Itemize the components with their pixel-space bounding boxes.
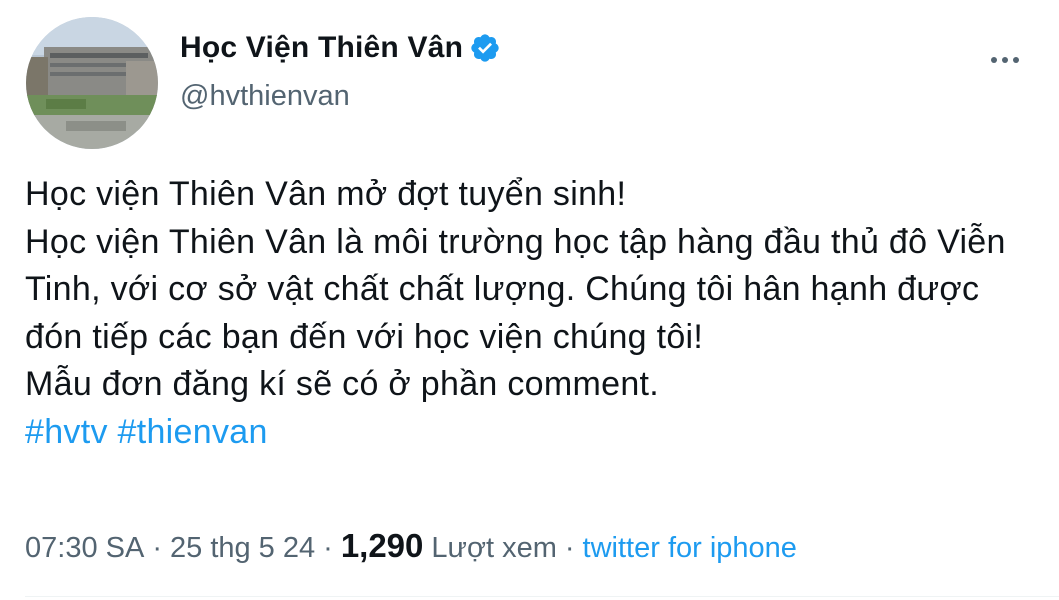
tweet-line: Mẫu đơn đăng kí sẽ có ở phần comment. (25, 365, 660, 403)
author-name-row: Học Viện Thiên Vân (180, 28, 501, 68)
more-options-icon-dot (1013, 57, 1019, 63)
tweet-line: Học viện Thiên Vân mở đợt tuyển sinh! (25, 175, 627, 213)
more-options-icon-dot (1002, 57, 1008, 63)
tweet-time[interactable]: 07:30 SA (25, 532, 144, 565)
hashtags: #hvtv #thienvan (25, 409, 1035, 457)
tweet-text: Học viện Thiên Vân mở đợt tuyển sinh! Họ… (25, 171, 1035, 456)
separator: · (564, 532, 575, 564)
tweet: Học Viện Thiên Vân @hvthienvan Học viện … (0, 0, 1059, 600)
verified-badge-icon (469, 32, 501, 64)
author-display-name[interactable]: Học Viện Thiên Vân (180, 31, 463, 65)
author-handle[interactable]: @hvthienvan (180, 80, 350, 113)
tweet-date[interactable]: 25 thg 5 24 (170, 532, 315, 565)
hashtag-link[interactable]: #hvtv (25, 413, 108, 451)
tweet-meta: 07:30 SA · 25 thg 5 24 · 1,290 Lượt xem … (25, 527, 797, 565)
views-count: 1,290 (340, 527, 424, 564)
tweet-source-link[interactable]: twitter for iphone (583, 532, 797, 565)
more-options-button[interactable] (982, 40, 1028, 80)
hashtag-link[interactable]: #thienvan (118, 413, 268, 451)
separator: · (323, 532, 333, 564)
avatar-image (26, 17, 158, 149)
views-label: Lượt xem (431, 532, 557, 564)
avatar[interactable] (26, 17, 158, 149)
divider (25, 596, 1059, 597)
tweet-line: Học viện Thiên Vân là môi trường học tập… (25, 222, 1006, 356)
more-options-icon-dot (991, 57, 997, 63)
separator: · (152, 532, 162, 564)
